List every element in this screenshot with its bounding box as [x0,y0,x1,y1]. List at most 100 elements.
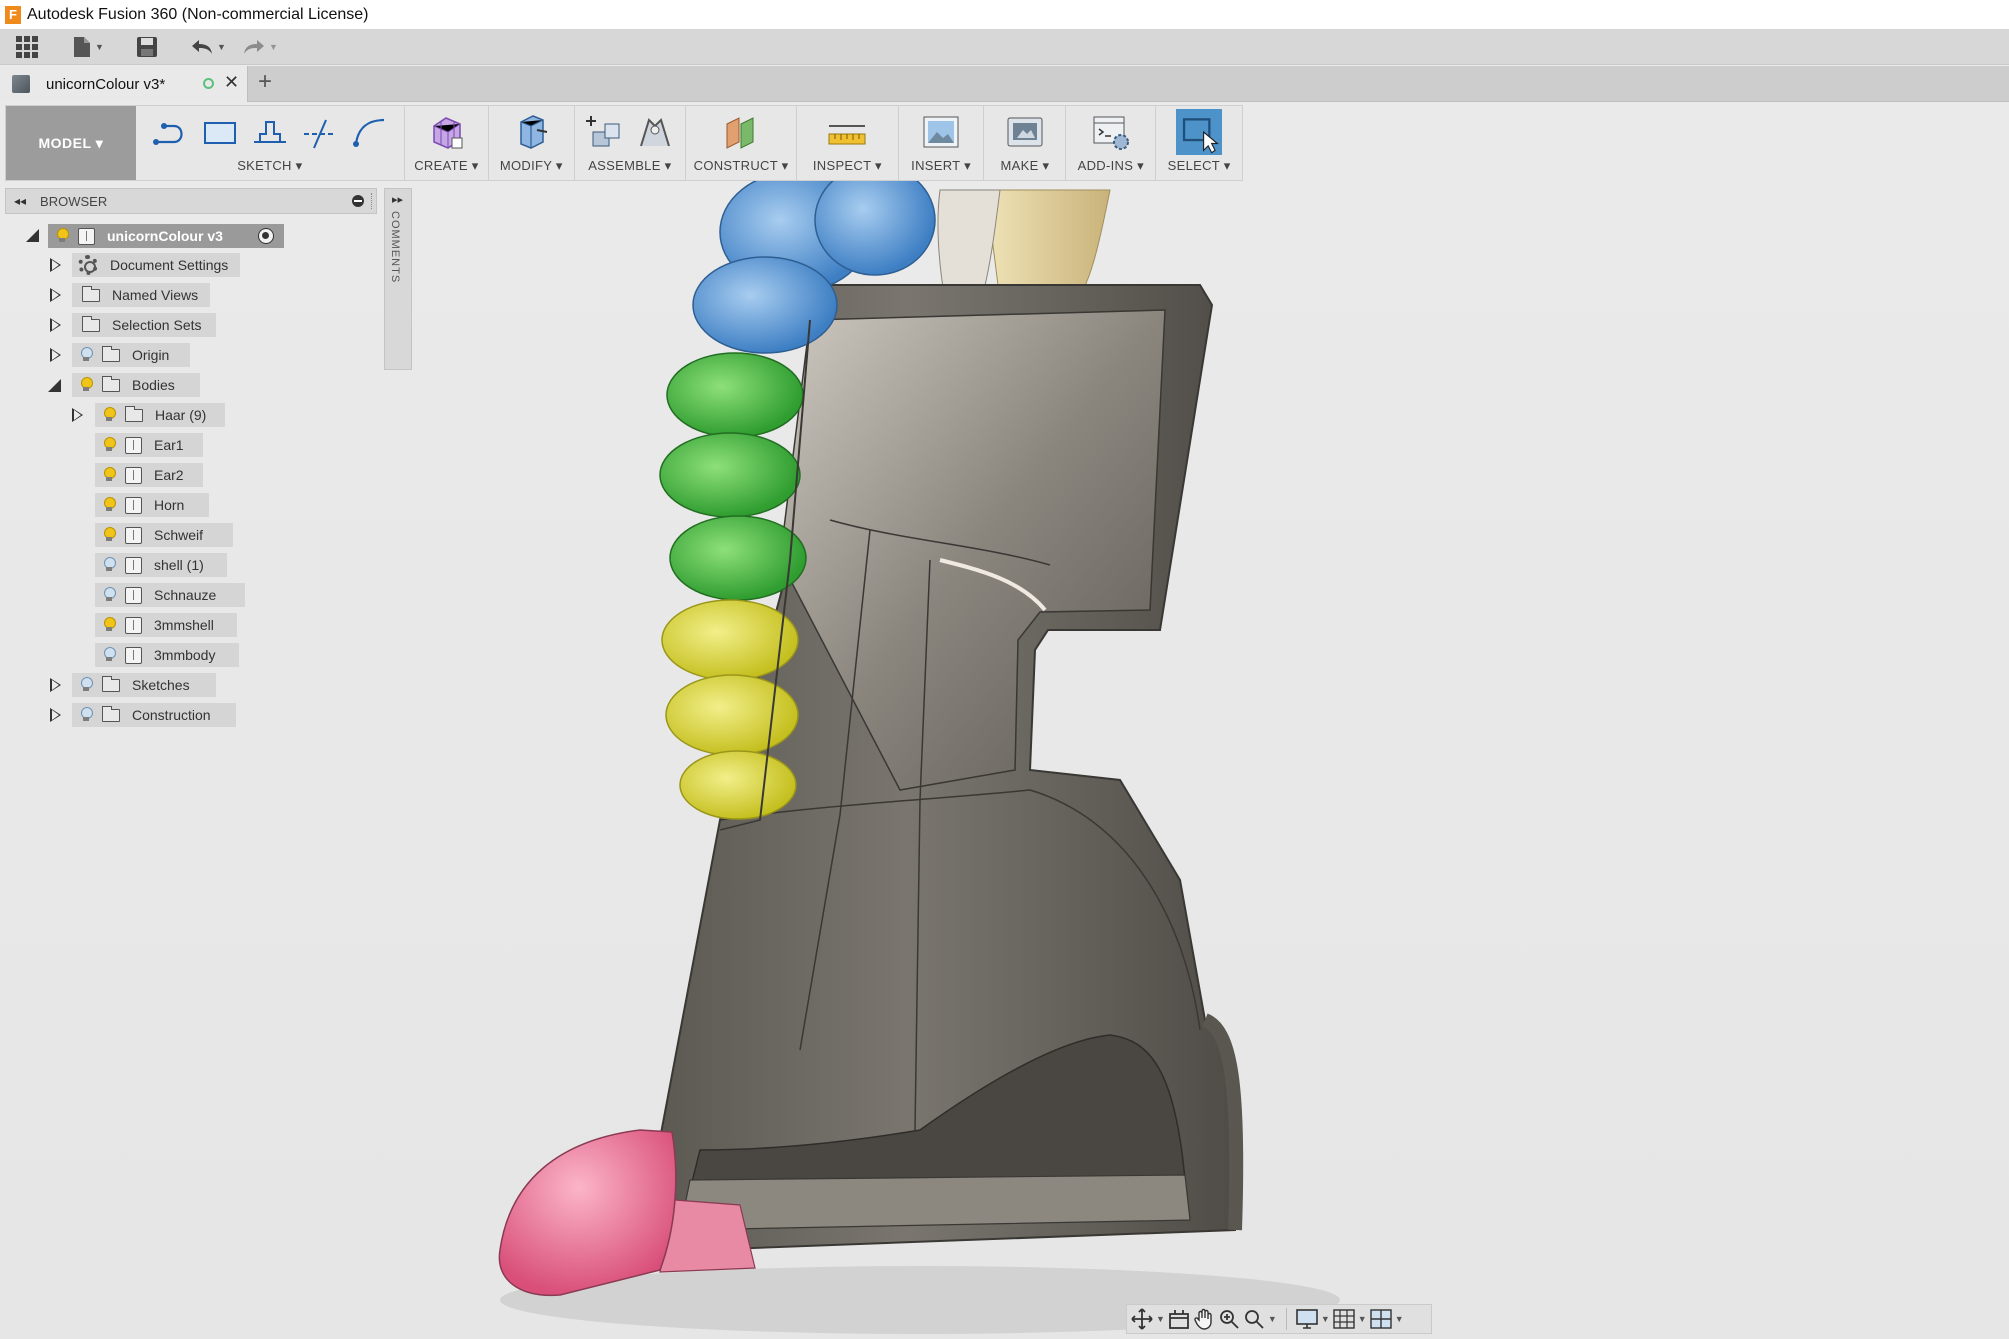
measure-icon[interactable] [827,112,867,152]
make-menu-label[interactable]: MAKE ▾ [1001,158,1050,174]
chevron-down-icon: ▼ [1320,1314,1330,1324]
pan-button[interactable] [1193,1307,1215,1331]
lightbulb-icon[interactable] [103,407,116,423]
tree-item-ear1[interactable]: Ear1 [95,433,203,457]
lightbulb-icon[interactable] [80,677,93,693]
create-menu-label[interactable]: CREATE ▾ [414,158,478,174]
press-pull-icon[interactable] [511,112,551,152]
collapse-panel-icon[interactable]: ◂◂ [14,194,26,208]
undo-button[interactable]: ▼ [188,32,228,62]
workspace-switcher-button[interactable]: MODEL ▾ [6,106,136,180]
viewports-button[interactable]: ▼ [1369,1307,1404,1331]
fit-button[interactable]: ▼ [1243,1307,1277,1331]
tree-item-label: Haar (9) [155,407,207,423]
tree-item-ear2[interactable]: Ear2 [95,463,203,487]
orbit-button[interactable]: ▼ [1131,1307,1165,1331]
offset-plane-icon[interactable] [721,112,761,152]
insert-image-icon[interactable] [921,112,961,152]
lightbulb-icon[interactable] [103,527,116,543]
grid-settings-button[interactable]: ▼ [1333,1307,1367,1331]
expand-icon[interactable] [72,408,83,422]
lightbulb-icon[interactable] [103,587,116,603]
rectangle-icon[interactable] [200,112,240,152]
redo-button[interactable]: ▼ [240,32,280,62]
expand-icon[interactable] [50,318,61,332]
create-group: CREATE ▾ [405,106,489,180]
apps-grid-button[interactable] [14,32,40,62]
3d-viewport[interactable] [0,102,2009,1339]
expand-icon[interactable] [50,708,61,722]
tree-item-horn[interactable]: Horn [95,493,209,517]
document-tab-bar: unicornColour v3* ✕ + [0,66,2009,102]
lightbulb-icon[interactable] [80,707,93,723]
tree-item-named-views[interactable]: Named Views [72,283,210,307]
tree-item-bodies[interactable]: Bodies [72,373,200,397]
lightbulb-icon[interactable] [80,377,93,393]
document-tab[interactable]: unicornColour v3* ✕ [0,66,248,102]
project-icon[interactable] [250,112,290,152]
sketch-menu-label[interactable]: SKETCH ▾ [237,158,302,174]
tree-item-label: 3mmbody [154,647,216,663]
body-icon [125,496,142,514]
lightbulb-icon[interactable] [80,347,93,363]
tree-item-3mmshell[interactable]: 3mmshell [95,613,237,637]
resize-grip-icon[interactable] [371,193,374,209]
insert-menu-label[interactable]: INSERT ▾ [911,158,971,174]
scripts-addins-icon[interactable] [1091,112,1131,152]
lightbulb-icon[interactable] [103,467,116,483]
close-icon[interactable]: ✕ [224,72,239,93]
lightbulb-icon[interactable] [103,647,116,663]
save-button[interactable] [134,32,160,62]
tree-root-label: unicornColour v3 [107,228,223,244]
tree-item-sketches[interactable]: Sketches [72,673,216,697]
line-icon[interactable] [150,112,190,152]
trim-icon[interactable] [300,112,340,152]
joint-icon[interactable] [635,112,675,152]
display-settings-button[interactable]: ▼ [1296,1307,1330,1331]
select-group: SELECT ▾ [1156,106,1242,180]
collapse-icon[interactable] [48,379,61,392]
arc-icon[interactable] [350,112,390,152]
browser-header[interactable]: ◂◂ BROWSER [5,188,377,214]
tree-item-document-settings[interactable]: Document Settings [72,253,240,277]
file-menu-button[interactable]: ▼ [70,32,106,62]
expand-icon[interactable] [50,258,61,272]
tree-item-construction[interactable]: Construction [72,703,236,727]
tree-item-origin[interactable]: Origin [72,343,190,367]
zoom-button[interactable] [1218,1307,1240,1331]
collapse-root-icon[interactable] [26,229,39,242]
tree-item-schweif[interactable]: Schweif [95,523,233,547]
look-at-button[interactable] [1168,1307,1190,1331]
select-menu-label[interactable]: SELECT ▾ [1168,158,1231,174]
tree-item-haar[interactable]: Haar (9) [95,403,225,427]
modify-menu-label[interactable]: MODIFY ▾ [500,158,563,174]
chevron-down-icon: ▼ [217,41,226,52]
expand-icon[interactable] [50,288,61,302]
expand-panel-icon[interactable]: ▸▸ [392,193,403,206]
new-tab-button[interactable]: + [258,68,272,96]
lightbulb-icon[interactable] [103,617,116,633]
inspect-menu-label[interactable]: INSPECT ▾ [813,158,882,174]
lightbulb-icon[interactable] [56,228,69,244]
3d-print-icon[interactable] [1005,112,1045,152]
construct-menu-label[interactable]: CONSTRUCT ▾ [694,158,789,174]
lightbulb-icon[interactable] [103,437,116,453]
add-ins-menu-label[interactable]: ADD-INS ▾ [1078,158,1144,174]
hide-browser-icon[interactable] [352,195,364,207]
expand-icon[interactable] [50,348,61,362]
new-component-icon[interactable] [585,112,625,152]
tree-item-3mmbody[interactable]: 3mmbody [95,643,239,667]
tree-item-schnauze[interactable]: Schnauze [95,583,245,607]
create-form-icon[interactable] [426,112,466,152]
assemble-menu-label[interactable]: ASSEMBLE ▾ [588,158,671,174]
lightbulb-icon[interactable] [103,497,116,513]
document-tab-label: unicornColour v3* [46,75,166,93]
tree-item-selection-sets[interactable]: Selection Sets [72,313,216,337]
tree-item-shell[interactable]: shell (1) [95,553,227,577]
lightbulb-icon[interactable] [103,557,116,573]
expand-icon[interactable] [50,678,61,692]
comments-panel[interactable]: ▸▸ COMMENTS [384,188,412,370]
select-icon[interactable] [1176,109,1223,155]
activate-component-icon[interactable] [258,228,274,244]
tree-root[interactable]: unicornColour v3 [48,224,284,248]
